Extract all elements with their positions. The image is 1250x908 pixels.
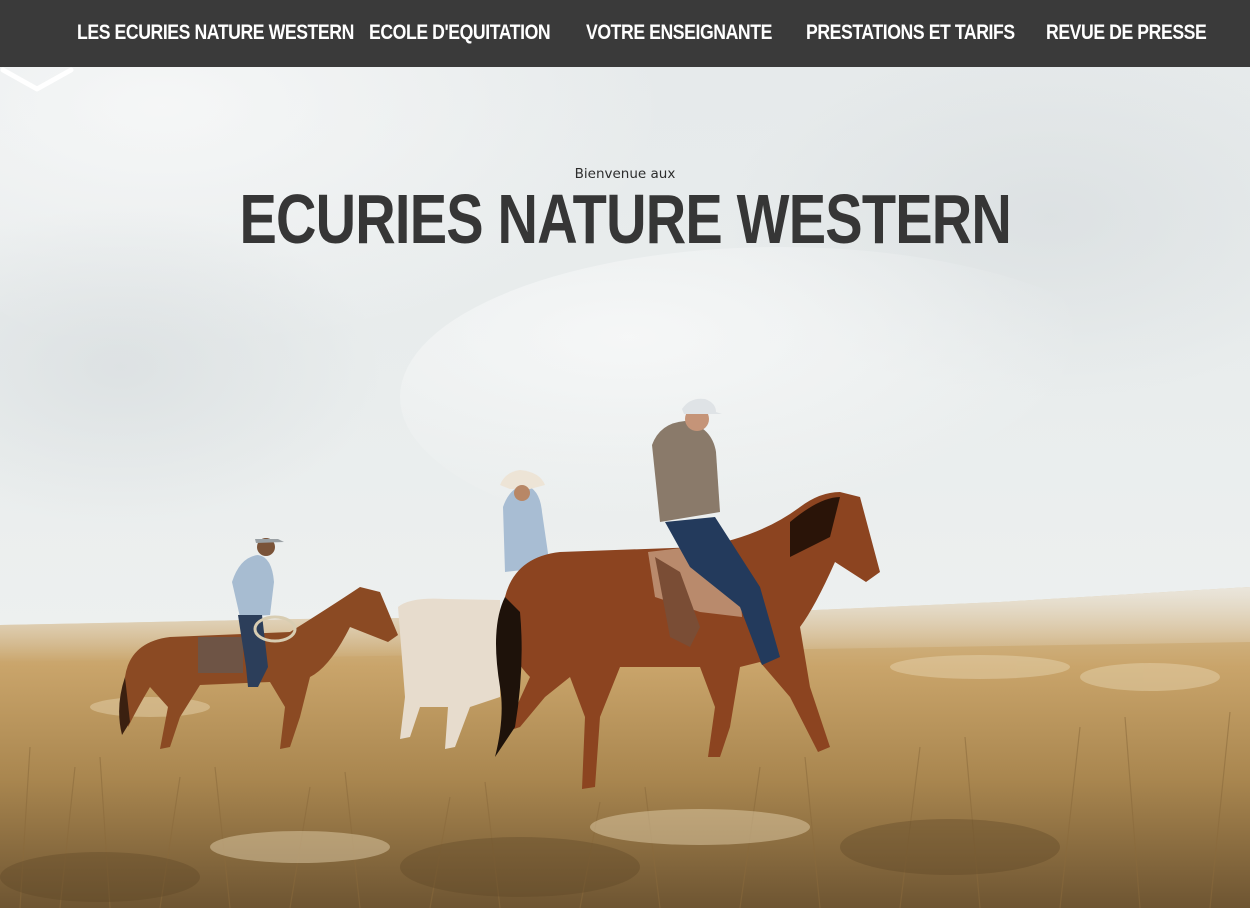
hero-title: ECURIES NATURE WESTERN xyxy=(0,179,1250,259)
main-nav: LES ECURIES NATURE WESTERN ECOLE D'EQUIT… xyxy=(0,0,1250,67)
chevron-down-icon[interactable] xyxy=(0,67,74,95)
hero-section: Bienvenue aux ECURIES NATURE WESTERN xyxy=(0,67,1250,908)
hero-title-text: ECURIES NATURE WESTERN xyxy=(239,180,1011,258)
nav-link-enseignante[interactable]: VOTRE ENSEIGNANTE xyxy=(586,0,772,67)
nav-link-prestations[interactable]: PRESTATIONS ET TARIFS xyxy=(806,0,1015,67)
nav-link-ecuries[interactable]: LES ECURIES NATURE WESTERN xyxy=(77,0,354,67)
nav-link-ecole[interactable]: ECOLE D'EQUITATION xyxy=(369,0,551,67)
nav-link-presse[interactable]: REVUE DE PRESSE xyxy=(1046,0,1207,67)
